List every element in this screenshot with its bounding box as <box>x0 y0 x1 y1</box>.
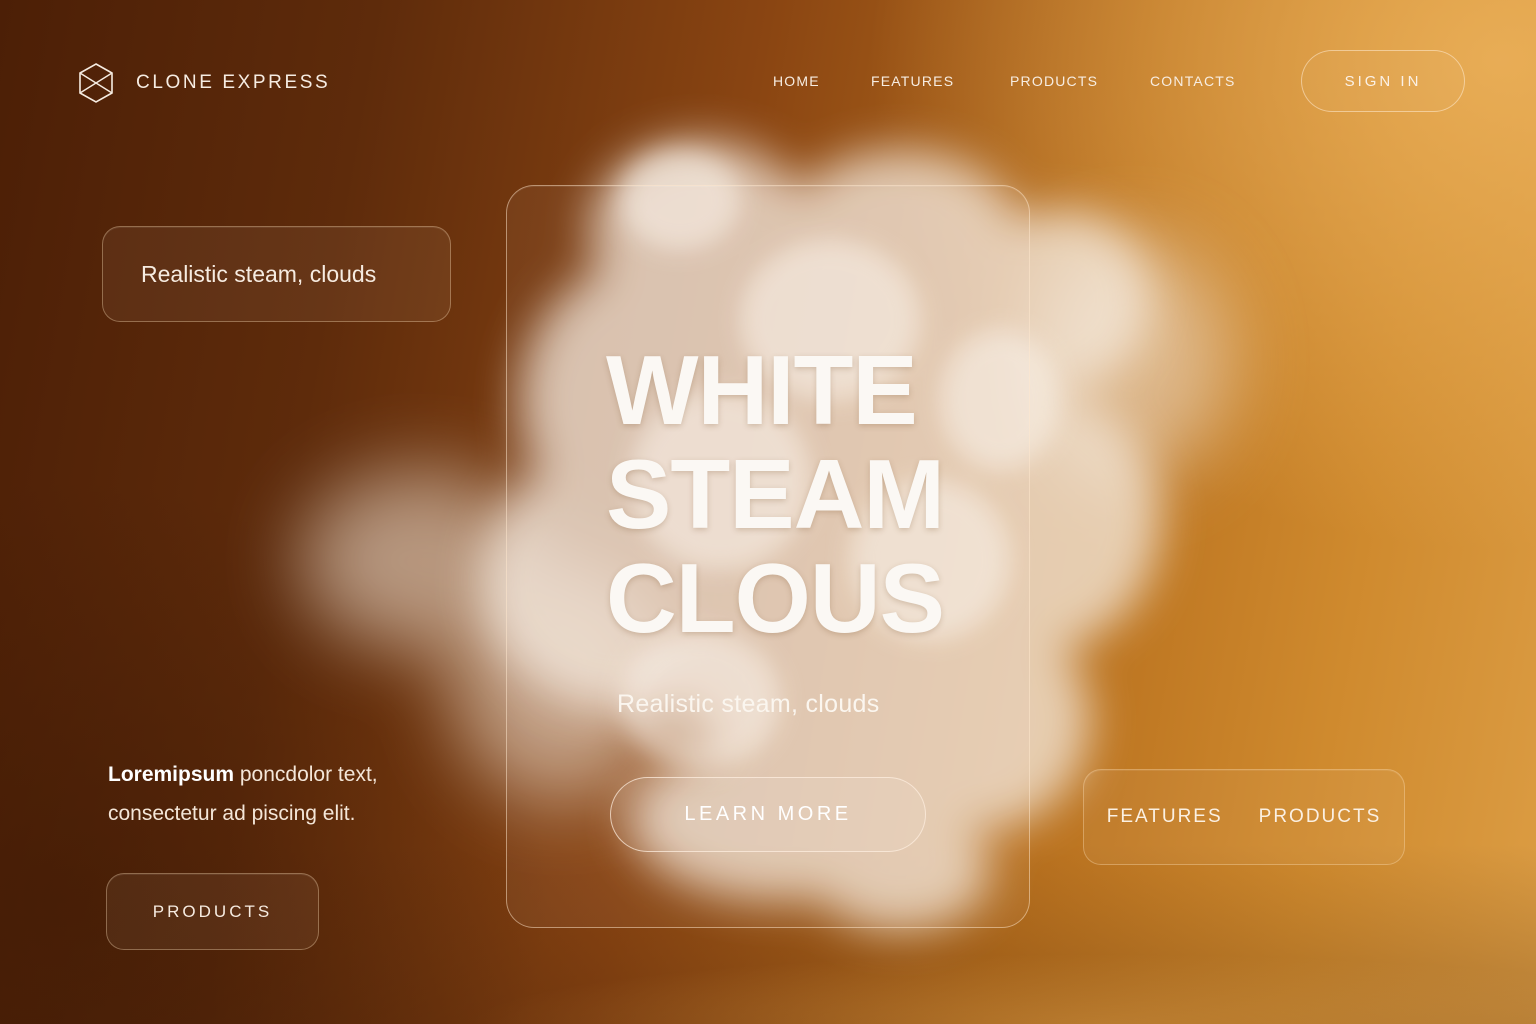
brand-name: CLONE EXPRESS <box>136 72 331 93</box>
hero-title-line-3: CLOUS <box>606 543 945 653</box>
intro-line-2: consectetur ad piscing elit. <box>108 802 356 825</box>
sign-in-button[interactable]: SIGN IN <box>1301 50 1465 112</box>
feature-tag: Realistic steam, clouds <box>102 226 451 322</box>
nav-features[interactable]: FEATURES <box>871 73 954 89</box>
products-button-label: PRODUCTS <box>152 901 273 921</box>
brand-logo[interactable]: CLONE EXPRESS <box>78 62 330 104</box>
products-button[interactable]: PRODUCTS <box>106 873 319 950</box>
intro-text: Loremipsum poncdolor text, consectetur a… <box>108 755 378 833</box>
feature-tag-label: Realistic steam, clouds <box>141 260 377 287</box>
hexagon-cube-icon <box>79 63 113 103</box>
intro-bold: Loremipsum <box>108 763 235 786</box>
hero-title-line-1: WHITE <box>606 335 918 445</box>
intro-line-1: Loremipsum poncdolor text, <box>108 755 378 794</box>
quick-nav-products[interactable]: PRODUCTS <box>1259 806 1382 828</box>
intro-line-1-rest: poncdolor text, <box>234 763 378 786</box>
quick-nav-features[interactable]: FEATURES <box>1107 806 1223 828</box>
hero-title-line-2: STEAM <box>606 439 945 549</box>
hero-subtitle: Realistic steam, clouds <box>617 690 880 718</box>
nav-contacts[interactable]: CONTACTS <box>1150 73 1236 89</box>
nav-products[interactable]: PRODUCTS <box>1010 73 1098 89</box>
nav-home[interactable]: HOME <box>773 73 820 89</box>
hero-title: WHITE STEAM CLOUS <box>606 338 946 650</box>
learn-more-button[interactable]: LEARN MORE <box>610 777 926 852</box>
quick-nav: FEATURES PRODUCTS <box>1083 769 1405 865</box>
